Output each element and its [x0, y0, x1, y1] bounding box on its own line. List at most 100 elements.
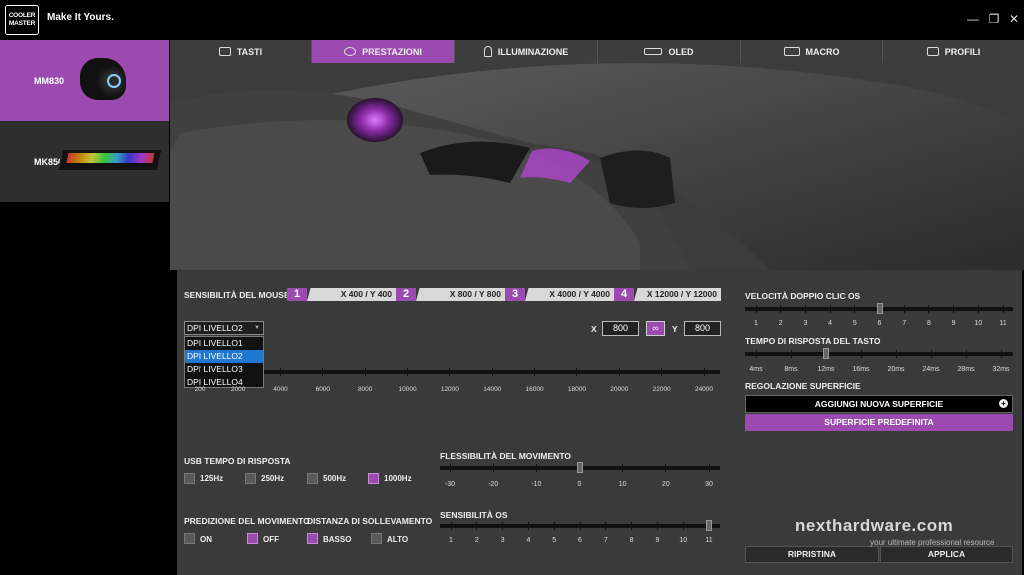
slider-thumb[interactable]: [876, 303, 883, 314]
slider-tick-label: 10: [679, 537, 688, 544]
keyboard-image: [57, 149, 163, 171]
slider-tick: [1002, 305, 1004, 313]
checkbox-125hz[interactable]: [184, 473, 195, 484]
slider-tick-label: 4: [526, 537, 531, 544]
checkbox-label: 250Hz: [261, 474, 285, 483]
slider-tick: [928, 305, 930, 313]
checkbox-alto[interactable]: [371, 533, 382, 544]
bulb-icon: [483, 46, 492, 57]
chevron-down-icon: ▼: [254, 325, 260, 331]
checkbox-1000hz[interactable]: [368, 473, 379, 484]
slider-tick: [618, 368, 620, 376]
dpi-y-input[interactable]: 800: [684, 321, 721, 336]
tab-tasti[interactable]: TASTI: [170, 40, 312, 63]
slider-thumb[interactable]: [706, 520, 712, 531]
tab-profili[interactable]: PROFILI: [883, 40, 1024, 63]
checkbox-label: BASSO: [323, 535, 352, 544]
slider-tick: [755, 350, 757, 358]
watermark-name: nexthardware.com: [795, 516, 954, 535]
dpi-level-2-value[interactable]: X 800 / Y 800: [416, 288, 505, 301]
checkbox-on[interactable]: [184, 533, 195, 544]
tab-illuminazione[interactable]: ILLUMINAZIONE: [455, 40, 598, 63]
slider-thumb[interactable]: [823, 348, 829, 359]
slider-tick: [535, 464, 537, 472]
debounce-label: TEMPO DI RISPOSTA DEL TASTO: [745, 336, 881, 346]
slider-tick-label: 6: [578, 537, 582, 544]
dpi-level-3-number[interactable]: 3: [505, 288, 525, 301]
profile-icon: [926, 47, 939, 56]
keyboard-icon: [218, 47, 231, 56]
dpi-level-2-number[interactable]: 2: [396, 288, 416, 301]
dpi-level-option[interactable]: DPI LIVELLO1: [185, 337, 263, 350]
device-mm830[interactable]: MM830: [0, 40, 169, 121]
slider-tick: [322, 368, 324, 376]
dpi-level-4-value[interactable]: X 12000 / Y 12000: [634, 288, 721, 301]
slider-tick-label: 20: [661, 481, 670, 488]
slider-tick: [854, 305, 856, 313]
slider-tick-label: 11: [705, 537, 713, 544]
checkbox-500hz[interactable]: [307, 473, 318, 484]
checkbox-250hz[interactable]: [245, 473, 256, 484]
slider-tick-label: 5: [552, 537, 557, 544]
surface-label: REGOLAZIONE SUPERFICIE: [745, 381, 861, 391]
slider-tick: [804, 305, 806, 313]
slider-tick-label: 6: [877, 320, 882, 327]
tab-label: ILLUMINAZIONE: [497, 46, 569, 57]
close-icon[interactable]: ✕: [1007, 12, 1021, 26]
logo-line-1: COOLER: [8, 12, 36, 19]
slider-tick: [860, 350, 862, 358]
dpi-level-1-number[interactable]: 1: [287, 288, 307, 301]
slider-thumb[interactable]: [576, 462, 583, 473]
add-surface-button[interactable]: AGGIUNGI NUOVA SUPERFICIE +: [745, 395, 1013, 413]
slider-tick: [656, 522, 658, 530]
default-surface-button[interactable]: SUPERFICIE PREDEFINITA: [745, 414, 1013, 431]
slider-tick: [977, 305, 979, 313]
dpi-level-4-number[interactable]: 4: [614, 288, 634, 301]
dpi-level-3-value[interactable]: X 4000 / Y 4000: [525, 288, 614, 301]
tab-label: TASTI: [236, 46, 263, 57]
slider-tick-label: -10: [531, 481, 542, 488]
slider-tick-label: 20ms: [887, 366, 905, 373]
checkbox-basso[interactable]: [307, 533, 318, 544]
slider-tick: [450, 522, 452, 530]
oled-icon: [644, 48, 663, 55]
slider-tick: [930, 350, 932, 358]
slider-tick-label: 11: [999, 320, 1007, 327]
slider-tick-label: 7: [902, 320, 907, 327]
slider-tick: [449, 464, 451, 472]
dpi-level-option[interactable]: DPI LIVELLO3: [185, 363, 263, 376]
tab-label: PROFILI: [944, 46, 981, 57]
slider-tick: [476, 522, 478, 530]
slider-tick-label: 3: [500, 537, 505, 544]
tab-label: PRESTAZIONI: [362, 46, 422, 57]
slider-tick-label: 24000: [694, 386, 714, 393]
mouse-hero-image: [170, 63, 1024, 270]
slider-tick-label: 30: [705, 481, 713, 488]
tab-macro[interactable]: MACRO: [741, 40, 883, 63]
dpi-level-selected: DPI LIVELLO2: [187, 323, 243, 333]
checkbox-label: OFF: [263, 535, 279, 544]
slider-tick: [407, 368, 409, 376]
slider-tick-label: -30: [444, 481, 456, 488]
debounce-slider[interactable]: [745, 352, 1013, 356]
slider-tick-label: 10: [618, 481, 627, 488]
logo-line-2: MASTER: [8, 20, 36, 27]
slider-tick: [576, 368, 578, 376]
dpi-level-option[interactable]: DPI LIVELLO2: [185, 350, 263, 363]
tab-oled[interactable]: OLED: [598, 40, 741, 63]
angle-snapping-label: PREDIZIONE DEL MOVIMENTO: [184, 516, 310, 526]
slider-tick: [199, 368, 201, 376]
dpi-x-input[interactable]: 800: [602, 321, 639, 336]
title-bar: COOLER MASTER Make It Yours. — ❐ ✕: [0, 0, 1024, 40]
device-mk850[interactable]: MK850: [0, 121, 169, 202]
dpi-level-1-value[interactable]: X 400 / Y 400: [307, 288, 396, 301]
checkbox-off[interactable]: [247, 533, 258, 544]
slider-tick-label: 18000: [567, 386, 586, 393]
dpi-level-select[interactable]: DPI LIVELLO2 ▼: [184, 321, 264, 335]
tab-prestazioni[interactable]: PRESTAZIONI: [312, 40, 455, 63]
restore-icon[interactable]: ❐: [987, 12, 1001, 26]
checkbox-label: 125Hz: [200, 474, 224, 483]
link-icon[interactable]: ∞: [646, 321, 665, 336]
tab-label: MACRO: [805, 46, 840, 57]
minimize-icon[interactable]: —: [966, 12, 980, 26]
